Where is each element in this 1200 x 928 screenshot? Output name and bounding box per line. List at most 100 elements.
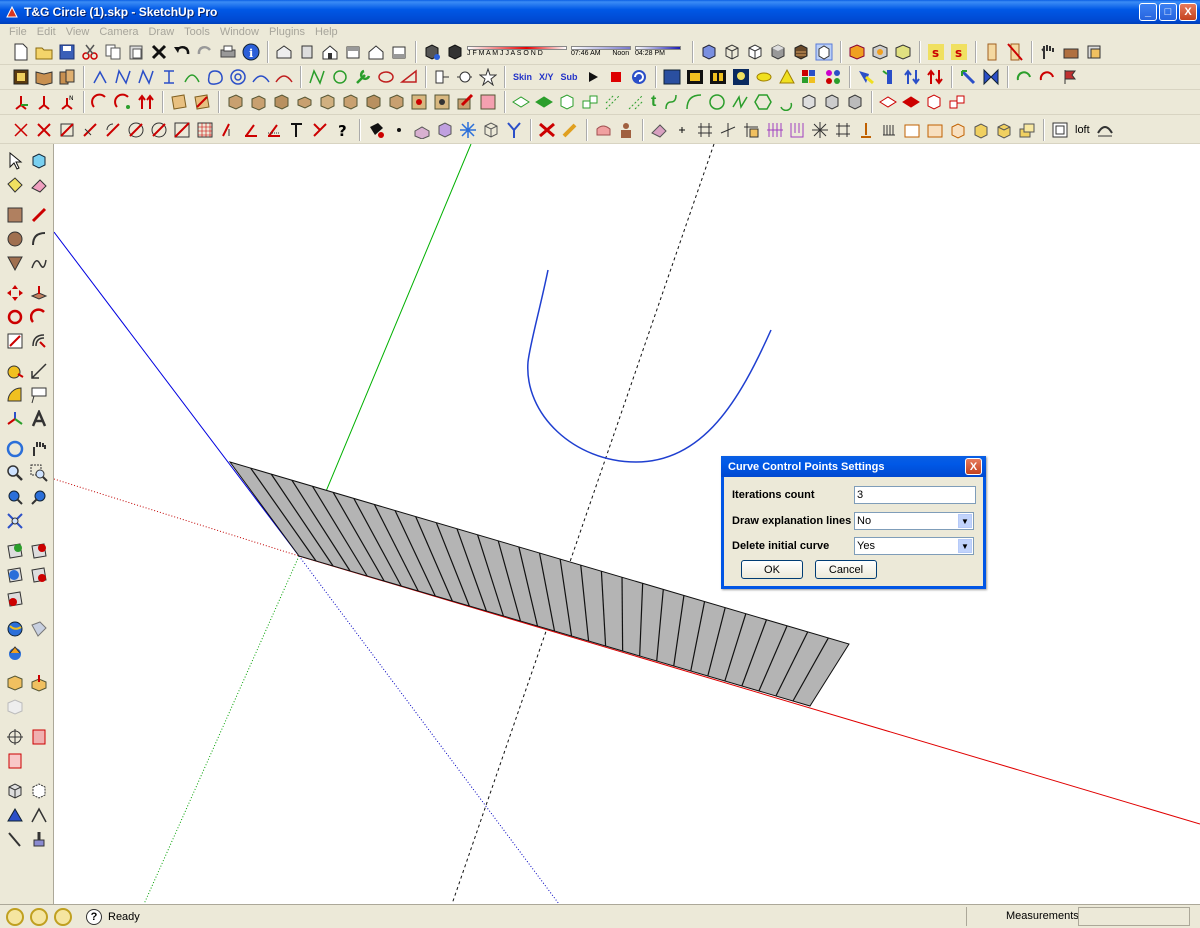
print-icon[interactable] (217, 41, 239, 63)
bezier-icon[interactable] (431, 66, 453, 88)
curve-s-icon[interactable] (158, 66, 180, 88)
select-arrow-icon[interactable] (4, 150, 26, 172)
person-icon[interactable] (615, 119, 637, 141)
frame-icon[interactable] (1049, 119, 1071, 141)
new-file-icon[interactable] (10, 41, 32, 63)
asterisk-icon[interactable] (809, 119, 831, 141)
menu-plugins[interactable]: Plugins (264, 26, 310, 38)
earth-house-icon[interactable] (4, 642, 26, 664)
delete-curve-select[interactable]: Yes ▼ (854, 537, 974, 555)
xray-icon[interactable] (698, 41, 720, 63)
axes-rgb-icon[interactable] (10, 91, 32, 113)
shape-cube-tan-icon[interactable] (224, 91, 246, 113)
t-tool-label[interactable]: t (648, 91, 659, 113)
plugin-stack-icon[interactable] (1083, 41, 1105, 63)
menu-edit[interactable]: Edit (32, 26, 61, 38)
tape-measure-icon[interactable] (4, 360, 26, 382)
add-location-icon[interactable] (4, 540, 26, 562)
curve-green-s-icon[interactable] (660, 91, 682, 113)
sun-icon[interactable] (753, 66, 775, 88)
freehand-tool-icon[interactable] (28, 252, 50, 274)
shape-cube-tan5-icon[interactable] (316, 91, 338, 113)
wireframe-icon[interactable] (721, 41, 743, 63)
make-component-icon[interactable] (28, 150, 50, 172)
rotate-tool-icon[interactable] (4, 306, 26, 328)
shape-cube-tan7-icon[interactable] (362, 91, 384, 113)
box-outline2-icon[interactable] (924, 119, 946, 141)
color-dots-icon[interactable] (822, 66, 844, 88)
minimize-button[interactable]: _ (1139, 3, 1157, 21)
dotted-lines-2-icon[interactable] (625, 91, 647, 113)
monochrome-icon[interactable] (813, 41, 835, 63)
user-icon[interactable] (54, 907, 72, 926)
shadow-date-slider[interactable]: J F M A M J J A S O N D (467, 46, 567, 58)
draw-grid-dense-icon[interactable] (194, 119, 216, 141)
draw-grid-red-icon[interactable] (171, 119, 193, 141)
cube-yellow-icon[interactable] (970, 119, 992, 141)
measurements-input[interactable] (1078, 907, 1190, 926)
warehouse-icon[interactable] (28, 618, 50, 640)
3d-text-icon[interactable] (28, 408, 50, 430)
open-file-icon[interactable] (33, 41, 55, 63)
left-view-icon[interactable] (388, 41, 410, 63)
cut-icon[interactable] (79, 41, 101, 63)
hash-icon[interactable] (694, 119, 716, 141)
maximize-button[interactable]: □ (1159, 3, 1177, 21)
shadow-time-slider[interactable]: 07:46 AM Noon (571, 46, 631, 58)
back-view-icon[interactable] (365, 41, 387, 63)
diamond-filled-icon[interactable] (533, 91, 555, 113)
plugin-bar-icon[interactable] (981, 41, 1003, 63)
texture-paper-icon[interactable] (168, 91, 190, 113)
sandbox-blue-icon[interactable] (4, 804, 26, 826)
menu-camera[interactable]: Camera (94, 26, 143, 38)
arc-tool-icon[interactable] (28, 228, 50, 250)
lines-purple-icon[interactable] (763, 119, 785, 141)
curve-arc-icon[interactable] (181, 66, 203, 88)
draw-angle-icon[interactable] (217, 119, 239, 141)
snowflake-icon[interactable] (457, 119, 479, 141)
component-orange-icon[interactable] (846, 41, 868, 63)
plugin-bar-cross-icon[interactable] (1004, 41, 1026, 63)
cube-green-icon[interactable] (556, 91, 578, 113)
credits-icon[interactable] (30, 907, 48, 926)
cubes-red-icon[interactable] (946, 91, 968, 113)
film-strip-2-icon[interactable] (707, 66, 729, 88)
curve-spiral-icon[interactable] (227, 66, 249, 88)
box-outline3-icon[interactable] (947, 119, 969, 141)
arrows-red-icon[interactable] (924, 66, 946, 88)
plugin-camera-icon[interactable] (1060, 41, 1082, 63)
rectangle-icon[interactable] (4, 204, 26, 226)
pin-icon[interactable] (855, 119, 877, 141)
diamond-outline-icon[interactable] (510, 91, 532, 113)
dialog-close-button[interactable]: X (965, 458, 982, 475)
section-plane-icon[interactable] (28, 726, 50, 748)
hexagon-green-icon[interactable] (752, 91, 774, 113)
zoom-tool-icon[interactable] (4, 462, 26, 484)
film-strip-icon[interactable] (684, 66, 706, 88)
axes-red-icon[interactable] (33, 91, 55, 113)
shape-cube-tan6-icon[interactable] (339, 91, 361, 113)
draw-pen-red-icon[interactable] (79, 119, 101, 141)
star-icon[interactable] (477, 66, 499, 88)
book-open-icon[interactable] (33, 66, 55, 88)
book-icon[interactable] (10, 66, 32, 88)
move-tool-icon[interactable] (4, 282, 26, 304)
toggle-terrain-icon[interactable] (28, 540, 50, 562)
circle-tool-icon[interactable] (4, 228, 26, 250)
cancel-button[interactable]: Cancel (815, 560, 877, 579)
play-icon[interactable] (582, 66, 604, 88)
copy-icon[interactable] (102, 41, 124, 63)
shaded-icon[interactable] (767, 41, 789, 63)
shadow-settings-icon[interactable] (421, 41, 443, 63)
bezier-node-icon[interactable] (454, 66, 476, 88)
right-view-icon[interactable] (342, 41, 364, 63)
iso-view-icon[interactable] (273, 41, 295, 63)
solid-cube-icon[interactable] (4, 780, 26, 802)
cube-lilac-icon[interactable] (434, 119, 456, 141)
box-gray3-icon[interactable] (844, 91, 866, 113)
zoom-extents-icon[interactable] (4, 510, 26, 532)
s-curve-green-icon[interactable] (775, 91, 797, 113)
xyz-label[interactable]: X/Y (536, 66, 557, 88)
front-view-icon[interactable] (319, 41, 341, 63)
component-upload-icon[interactable] (28, 672, 50, 694)
